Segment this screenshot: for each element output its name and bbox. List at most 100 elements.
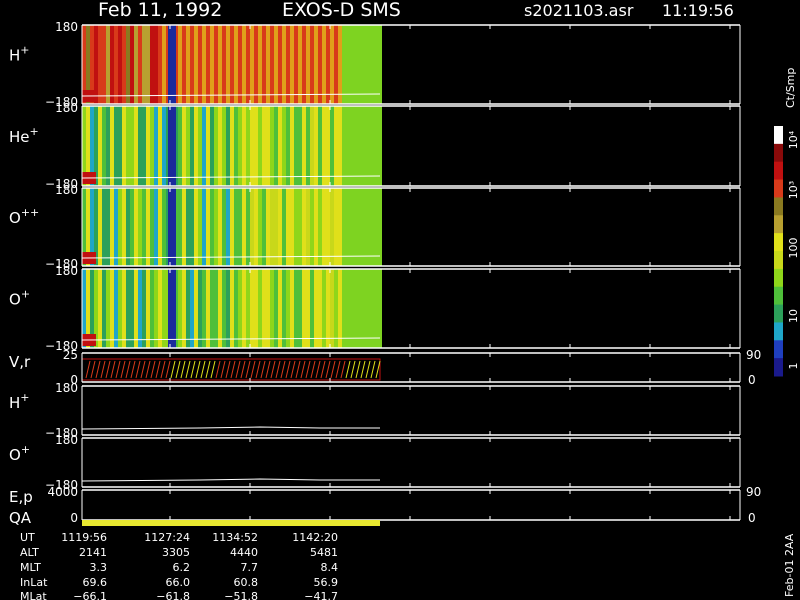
spectrogram-column [190, 269, 194, 348]
spectrogram-column [238, 269, 242, 348]
velocity-tick [255, 360, 261, 379]
colorbar-swatch [774, 197, 783, 216]
spectrogram-column [242, 25, 246, 104]
velocity-tick [190, 360, 196, 379]
spectrogram-column [342, 25, 346, 104]
y-max-label: 180 [55, 101, 78, 115]
spectrogram-column [122, 269, 126, 348]
spectrogram-column [146, 25, 150, 104]
spectrogram-column [206, 25, 210, 104]
spectrogram-column [374, 106, 378, 186]
velocity-tick [160, 360, 166, 379]
spectrogram-column [246, 106, 250, 186]
velocity-tick [115, 360, 121, 379]
spectrogram-column [262, 25, 266, 104]
spectrogram-column [310, 269, 314, 348]
spectrogram-column [142, 25, 146, 104]
spectrogram-column [186, 25, 190, 104]
spectrogram-column [154, 269, 158, 348]
spectrogram-column [106, 25, 110, 104]
spectrogram-column [270, 188, 274, 266]
right-min-label: 0 [748, 511, 756, 525]
spectrogram-column [374, 188, 378, 266]
spectrogram-column [378, 269, 382, 348]
spectrogram-column [118, 188, 122, 266]
panel-label-text: E,p [9, 488, 33, 506]
spectrogram-column [246, 188, 250, 266]
spectrogram-column [154, 106, 158, 186]
colorbar-swatch [774, 268, 783, 288]
right-max-label: 90 [746, 348, 761, 362]
velocity-tick [85, 360, 91, 379]
spectrogram-column [342, 106, 346, 186]
spectrogram-column [354, 269, 358, 348]
velocity-tick [105, 360, 111, 379]
spectrogram-column [198, 269, 202, 348]
footer-value: 4440 [230, 546, 258, 559]
spectrogram-column [230, 106, 234, 186]
velocity-tick [375, 360, 381, 379]
side-note: Feb-01 2AA [783, 533, 796, 597]
spectrogram-column [134, 25, 138, 104]
colorbar-ticks: 1 10 100 10³ 10⁴ [787, 130, 800, 369]
spectrogram-column [350, 106, 354, 186]
header-mission: EXOS-D SMS [282, 0, 401, 21]
orbit-footer: UT ALT MLT InLatMLat 1119:56 2141 3.3 69.6−66.1… [20, 531, 338, 600]
velocity-tick [235, 360, 241, 379]
spectrogram-column [302, 106, 306, 186]
spectrogram-column [126, 188, 130, 266]
velocity-tick [140, 360, 146, 379]
spectrogram-column [258, 269, 262, 348]
spectrogram-column [282, 106, 286, 186]
spectrogram-column [198, 188, 202, 266]
footer-value: −61.8 [156, 590, 190, 600]
velocity-tick [305, 360, 311, 379]
y-max-label: 180 [55, 264, 78, 278]
spectrogram-column [182, 269, 186, 348]
footer-row-label: MLat [20, 590, 47, 600]
spectrogram-column [342, 269, 346, 348]
spectrogram-column [218, 269, 222, 348]
panel-label-text: O [9, 291, 21, 309]
spectrogram-column [198, 106, 202, 186]
velocity-tick [325, 360, 331, 379]
spectrogram-column [254, 106, 258, 186]
spectrogram-column [206, 188, 210, 266]
spectrogram-column [162, 25, 166, 104]
panel-oplusline: 180−180O+ [9, 433, 741, 492]
spectrogram-column [286, 25, 290, 104]
panel-vr: 250900V,r [9, 348, 761, 387]
velocity-tick [165, 360, 171, 379]
spectrogram-column [314, 25, 318, 104]
spectrogram-column [338, 188, 342, 266]
velocity-tick [280, 360, 286, 379]
spectrogram-column [134, 269, 138, 348]
spectrogram-column [194, 106, 198, 186]
footer-value: 69.6 [83, 576, 108, 589]
footer-value: 5481 [310, 546, 338, 559]
footer-value: 1142:20 [292, 531, 338, 544]
spectrogram-column [218, 25, 222, 104]
spectrogram-column [202, 106, 206, 186]
spectrogram-column [266, 106, 270, 186]
data-gap-band [168, 188, 176, 266]
velocity-tick [250, 360, 256, 379]
spectrogram-column [270, 25, 274, 104]
spectrogram-column [298, 188, 302, 266]
header-time: 11:19:56 [662, 1, 734, 20]
spectrogram-column [262, 106, 266, 186]
spectrogram-column [106, 269, 110, 348]
spectrogram-column [306, 269, 310, 348]
colorbar-swatch [774, 251, 783, 270]
spectrogram-column [198, 25, 202, 104]
spectrogram-column [126, 25, 130, 104]
footer-value: 3305 [162, 546, 190, 559]
spectrogram-column [334, 188, 338, 266]
velocity-tick [365, 360, 371, 379]
spectrogram-column [270, 269, 274, 348]
spectrogram-column [250, 188, 254, 266]
spectrogram-column [354, 25, 358, 104]
footer-value: 56.9 [314, 576, 339, 589]
velocity-tick [370, 360, 376, 379]
spectrogram-column [106, 188, 110, 266]
